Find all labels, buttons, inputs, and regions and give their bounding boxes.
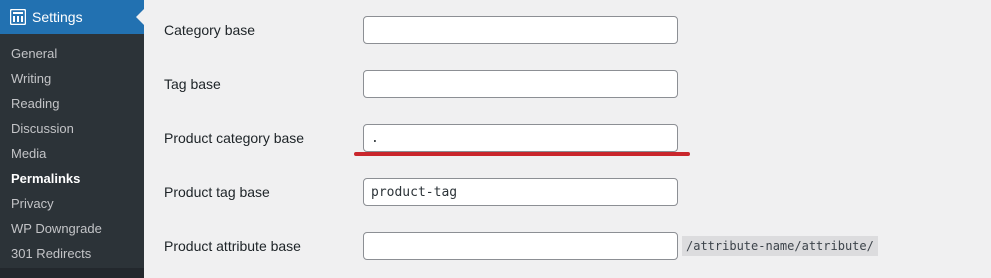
permalink-settings-form: Category base Tag base Product category … — [144, 0, 991, 278]
settings-sliders-icon — [8, 7, 28, 27]
tag-base-input[interactable] — [363, 70, 678, 98]
product-attribute-base-label: Product attribute base — [164, 238, 301, 254]
product-tag-base-row: Product tag base — [164, 178, 984, 206]
submenu-item-wp-downgrade[interactable]: WP Downgrade — [0, 216, 144, 241]
category-base-input[interactable] — [363, 16, 678, 44]
tag-base-label: Tag base — [164, 76, 221, 92]
category-base-label: Category base — [164, 22, 256, 38]
product-category-base-label: Product category base — [164, 130, 305, 146]
submenu-item-301-redirects[interactable]: 301 Redirects — [0, 241, 144, 266]
current-menu-arrow — [136, 9, 144, 25]
settings-menu[interactable]: Settings — [0, 0, 144, 34]
submenu-item-privacy[interactable]: Privacy — [0, 191, 144, 216]
admin-sidebar: Settings General Writing Reading Discuss… — [0, 0, 144, 278]
product-category-base-row: Product category base — [164, 124, 984, 152]
submenu-item-permalinks[interactable]: Permalinks — [0, 166, 144, 191]
category-base-row: Category base — [164, 16, 984, 44]
product-attribute-base-row: Product attribute base /attribute-name/a… — [164, 232, 984, 260]
submenu-item-media[interactable]: Media — [0, 141, 144, 166]
tag-base-row: Tag base — [164, 70, 984, 98]
product-attribute-base-input[interactable] — [363, 232, 678, 260]
product-tag-base-input[interactable] — [363, 178, 678, 206]
attribute-base-hint: /attribute-name/attribute/ — [682, 236, 878, 256]
settings-menu-label: Settings — [32, 9, 83, 25]
product-category-base-input[interactable] — [363, 124, 678, 152]
submenu-item-writing[interactable]: Writing — [0, 66, 144, 91]
highlight-underline — [354, 152, 690, 156]
product-tag-base-label: Product tag base — [164, 184, 270, 200]
submenu-item-discussion[interactable]: Discussion — [0, 116, 144, 141]
settings-submenu: General Writing Reading Discussion Media… — [0, 34, 144, 268]
submenu-item-general[interactable]: General — [0, 41, 144, 66]
submenu-item-reading[interactable]: Reading — [0, 91, 144, 116]
